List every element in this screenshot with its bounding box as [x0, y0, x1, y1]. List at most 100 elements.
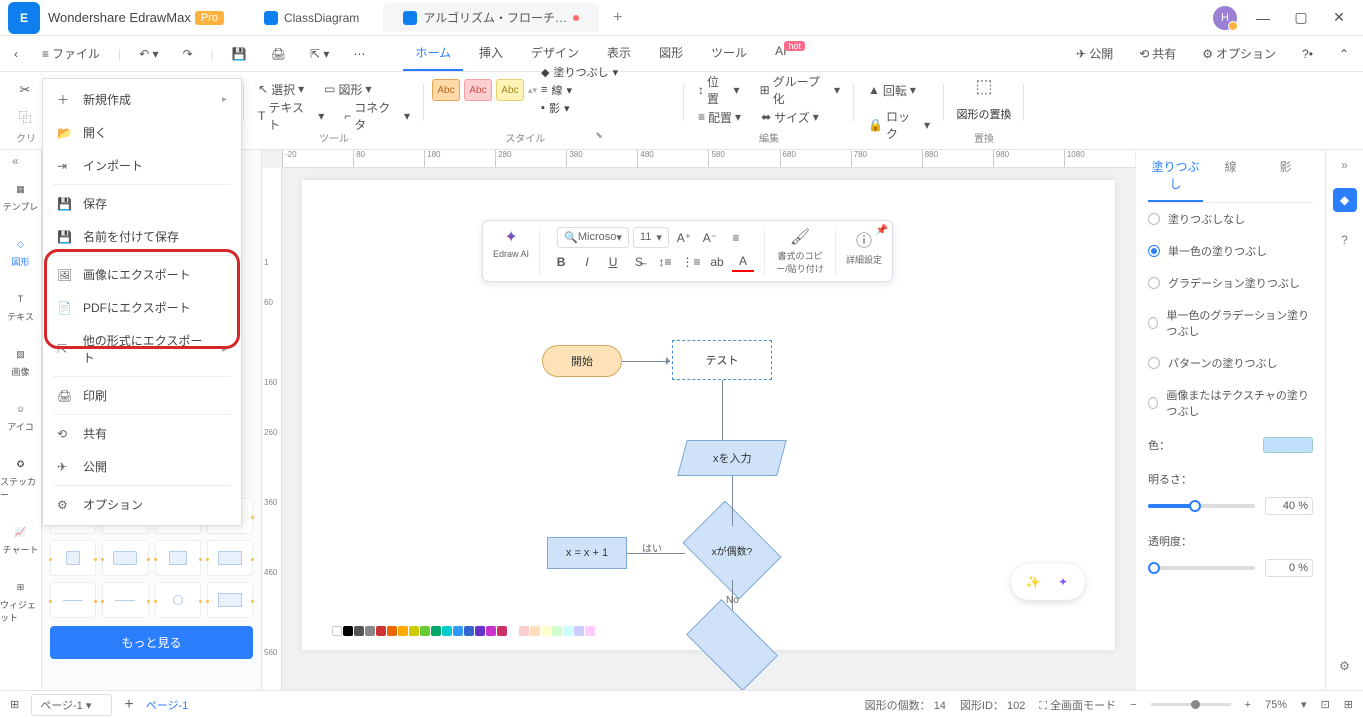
- connector[interactable]: [622, 361, 670, 362]
- color-swatch[interactable]: [431, 626, 441, 636]
- options-button[interactable]: ⚙ オプション: [1196, 41, 1282, 66]
- more-symbols-button[interactable]: もっと見る: [50, 626, 253, 659]
- menu-export-pdf[interactable]: 📄PDFにエクスポート: [43, 291, 241, 324]
- fill-texture-radio[interactable]: 画像またはテクスチャの塗りつぶし: [1148, 379, 1313, 427]
- color-swatch[interactable]: [541, 626, 551, 636]
- flowchart-test[interactable]: テスト: [672, 340, 772, 380]
- menu-publish[interactable]: ✈公開: [43, 450, 241, 483]
- color-swatch[interactable]: [475, 626, 485, 636]
- rail-text[interactable]: Tテキス: [7, 290, 34, 323]
- menu-open[interactable]: 📂開く: [43, 116, 241, 149]
- flowchart-input[interactable]: xを入力: [677, 440, 787, 476]
- maximize-button[interactable]: ▢: [1289, 9, 1313, 26]
- align-button[interactable]: ≡ 配置 ▾: [692, 105, 747, 130]
- ai-sparkle-button[interactable]: ✦: [1051, 570, 1075, 594]
- flowchart-decision-2[interactable]: [686, 599, 778, 690]
- color-swatch[interactable]: [332, 626, 342, 636]
- new-tab-button[interactable]: +: [603, 5, 632, 31]
- close-button[interactable]: ✕: [1327, 9, 1351, 26]
- color-swatch[interactable]: [387, 626, 397, 636]
- nav-home[interactable]: ホーム: [403, 36, 463, 71]
- increase-font-icon[interactable]: A⁺: [673, 228, 695, 248]
- share-button[interactable]: ⟲ 共有: [1133, 41, 1182, 66]
- nav-ai[interactable]: AIhot: [763, 36, 819, 71]
- underline-icon[interactable]: U: [602, 252, 624, 272]
- menu-new[interactable]: ＋新規作成▸: [43, 83, 241, 116]
- prop-tab-shadow[interactable]: 影: [1258, 150, 1313, 202]
- brightness-input[interactable]: 40 %: [1265, 497, 1313, 515]
- fill-solid-gradient-radio[interactable]: 単一色のグラデーション塗りつぶし: [1148, 299, 1313, 347]
- lock-button[interactable]: 🔒 ロック ▾: [862, 104, 936, 146]
- color-swatch[interactable]: [552, 626, 562, 636]
- spacing-icon[interactable]: ↕≡: [654, 252, 676, 272]
- tab-algorithm[interactable]: アルゴリズム・フローチ…: [383, 3, 599, 32]
- strike-icon[interactable]: S̶: [628, 252, 650, 272]
- zoom-in-button[interactable]: +: [1245, 699, 1251, 711]
- rail-icon[interactable]: ☺アイコ: [7, 400, 34, 433]
- align-icon[interactable]: ≡: [725, 228, 747, 248]
- color-swatch[interactable]: [464, 626, 474, 636]
- undo-button[interactable]: ↶ ▾: [133, 43, 164, 65]
- settings-icon[interactable]: ⚙: [1333, 654, 1357, 678]
- cut-icon[interactable]: ✂: [16, 81, 34, 99]
- sparkle-button[interactable]: ✨: [1021, 570, 1045, 594]
- nav-shape[interactable]: 図形: [647, 36, 695, 71]
- brightness-slider[interactable]: [1148, 504, 1255, 508]
- symbol-item[interactable]: [155, 540, 201, 576]
- grid-icon[interactable]: ⊞: [1344, 698, 1353, 711]
- line-button[interactable]: ≡ 線 ▾: [541, 82, 618, 98]
- symbol-item[interactable]: [102, 582, 148, 618]
- file-menu-button[interactable]: ≡ ファイル: [36, 41, 106, 66]
- symbol-item[interactable]: [207, 582, 253, 618]
- fill-button[interactable]: ◆ 塗りつぶし ▾: [541, 64, 618, 80]
- connector[interactable]: [732, 476, 733, 526]
- print-button[interactable]: 🖨: [265, 43, 292, 65]
- fill-solid-radio[interactable]: 単一色の塗りつぶし: [1148, 235, 1313, 267]
- color-swatch[interactable]: [486, 626, 496, 636]
- shadow-button[interactable]: ▪ 影 ▾: [541, 100, 618, 116]
- user-avatar[interactable]: H: [1213, 6, 1237, 30]
- color-swatch[interactable]: [365, 626, 375, 636]
- style-preset-1[interactable]: Abc: [432, 79, 460, 101]
- symbol-item[interactable]: [50, 540, 96, 576]
- edraw-ai-button[interactable]: ✦ Edraw AI: [489, 227, 533, 275]
- rail-template[interactable]: ▦テンプレ: [3, 180, 39, 213]
- color-swatch[interactable]: [530, 626, 540, 636]
- page-select[interactable]: ページ-1 ▾: [31, 694, 112, 716]
- zoom-out-button[interactable]: −: [1130, 699, 1136, 711]
- color-swatch[interactable]: [453, 626, 463, 636]
- page-tab[interactable]: ページ-1: [146, 697, 189, 713]
- fit-icon[interactable]: ⊡: [1321, 698, 1330, 711]
- pin-icon[interactable]: 📌: [876, 225, 888, 236]
- style-preset-2[interactable]: Abc: [464, 79, 492, 101]
- symbol-item[interactable]: [155, 582, 201, 618]
- canvas[interactable]: 📌 ✦ Edraw AI 🔍 Microso ▾ 11 ▾ A⁺ A⁻ ≡ B …: [302, 180, 1115, 650]
- expand-icon[interactable]: »: [1341, 158, 1348, 172]
- outline-icon[interactable]: ⊞: [10, 698, 19, 711]
- fill-pattern-radio[interactable]: パターンの塗りつぶし: [1148, 347, 1313, 379]
- mini-font-select[interactable]: 🔍 Microso ▾: [557, 227, 629, 248]
- color-swatch[interactable]: [563, 626, 573, 636]
- opacity-input[interactable]: 0 %: [1265, 559, 1313, 577]
- mini-size-select[interactable]: 11 ▾: [633, 227, 669, 248]
- nav-insert[interactable]: 挿入: [467, 36, 515, 71]
- color-swatch[interactable]: [497, 626, 507, 636]
- color-swatch[interactable]: [398, 626, 408, 636]
- flowchart-process[interactable]: x = x + 1: [547, 537, 627, 569]
- color-swatch[interactable]: [343, 626, 353, 636]
- highlight-icon[interactable]: ab: [706, 252, 728, 272]
- redo-button[interactable]: ↷: [177, 43, 199, 65]
- more-button[interactable]: ⋯: [347, 43, 371, 65]
- prop-tab-fill[interactable]: 塗りつぶし: [1148, 150, 1203, 202]
- rail-sticker[interactable]: ✪ステッカー: [0, 455, 41, 501]
- symbol-item[interactable]: [50, 582, 96, 618]
- export-button[interactable]: ⇱ ▾: [304, 43, 335, 65]
- fill-none-radio[interactable]: 塗りつぶしなし: [1148, 203, 1313, 235]
- fill-tool-icon[interactable]: ◆: [1333, 188, 1357, 212]
- style-preset-3[interactable]: Abc: [496, 79, 524, 101]
- menu-save-as[interactable]: 💾名前を付けて保存: [43, 220, 241, 253]
- font-color-icon[interactable]: A: [732, 252, 754, 272]
- bullet-icon[interactable]: ⋮≡: [680, 252, 702, 272]
- menu-export-image[interactable]: 🖼画像にエクスポート: [43, 258, 241, 291]
- rail-shape[interactable]: ◇図形: [11, 235, 29, 268]
